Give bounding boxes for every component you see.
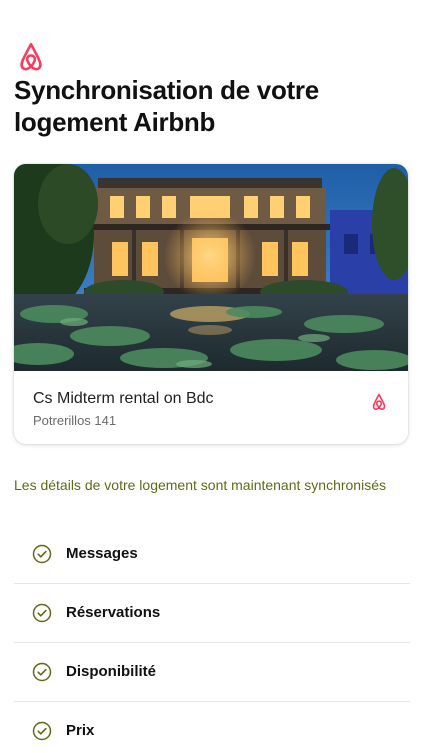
list-item-price: Prix bbox=[14, 702, 410, 753]
list-item-messages: Messages bbox=[14, 525, 410, 584]
sync-item-label: Réservations bbox=[66, 604, 161, 621]
sync-item-label: Disponibilité bbox=[66, 663, 156, 680]
sync-item-label: Prix bbox=[66, 722, 95, 739]
airbnb-sync-screen: Synchronisation de votre logement Airbnb bbox=[0, 0, 424, 753]
airbnb-logo-icon bbox=[372, 393, 386, 410]
listing-address: Potrerillos 141 bbox=[33, 413, 117, 428]
sync-item-label: Messages bbox=[66, 545, 138, 562]
synced-features-list: Messages Réservations Disponibilité Prix bbox=[14, 525, 410, 753]
check-circle-icon bbox=[32, 721, 52, 741]
check-circle-icon bbox=[32, 603, 52, 623]
check-circle-icon bbox=[32, 662, 52, 682]
listing-photo bbox=[14, 164, 408, 371]
listing-info: Cs Midterm rental on Bdc Potrerillos 141 bbox=[14, 371, 408, 444]
listing-card[interactable]: Cs Midterm rental on Bdc Potrerillos 141 bbox=[14, 164, 408, 444]
list-item-availability: Disponibilité bbox=[14, 643, 410, 702]
airbnb-logo-icon bbox=[20, 42, 42, 71]
check-circle-icon bbox=[32, 544, 52, 564]
page-title: Synchronisation de votre logement Airbnb bbox=[14, 75, 319, 137]
listing-name: Cs Midterm rental on Bdc bbox=[33, 390, 214, 407]
list-item-reservations: Réservations bbox=[14, 584, 410, 643]
listing-photo-image bbox=[14, 164, 408, 371]
sync-status-message: Les détails de votre logement sont maint… bbox=[14, 477, 386, 493]
